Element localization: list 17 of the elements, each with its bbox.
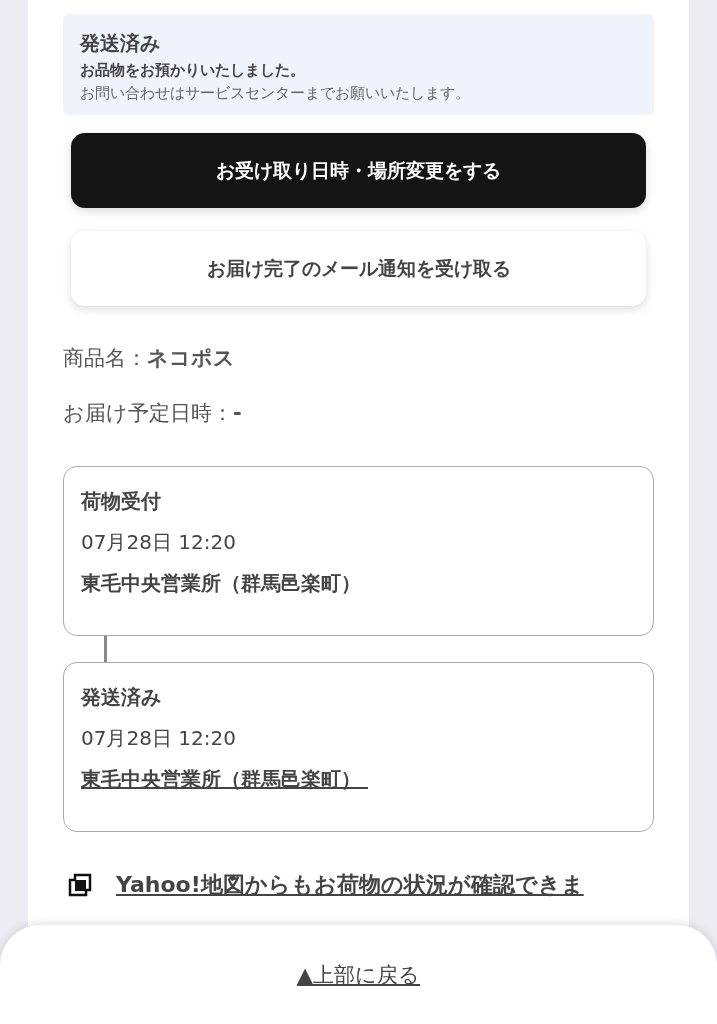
event-location: 東毛中央営業所（群馬邑楽町） bbox=[81, 571, 361, 595]
event-status: 発送済み bbox=[81, 685, 162, 709]
detail-line: 商品名：ネコポス bbox=[63, 346, 236, 371]
status-note: お問い合わせはサービスセンターまでお願いいたします。 bbox=[80, 84, 471, 103]
event-status: 荷物受付 bbox=[81, 489, 162, 513]
status-title: 発送済み bbox=[80, 30, 161, 57]
status-message: お品物をお預かりいたしました。 bbox=[80, 61, 306, 80]
copy-icon bbox=[68, 873, 92, 897]
change-delivery-button[interactable]: お受け取り日時・場所変更をする bbox=[71, 133, 646, 208]
back-to-top-link[interactable]: ▲上部に戻る bbox=[296, 960, 421, 989]
timeline-connector bbox=[104, 636, 107, 662]
detail-line: お届け予定日時：- bbox=[63, 401, 243, 426]
map-link[interactable]: Yahoo!地図からもお荷物の状況が確認できま bbox=[116, 870, 584, 900]
event-datetime: 07月28日 12:20 bbox=[81, 530, 237, 554]
event-datetime: 07月28日 12:20 bbox=[81, 726, 237, 750]
location-link[interactable]: 東毛中央営業所（群馬邑楽町） bbox=[81, 767, 368, 791]
email-notify-button[interactable]: お届け完了のメール通知を受け取る bbox=[71, 231, 646, 306]
